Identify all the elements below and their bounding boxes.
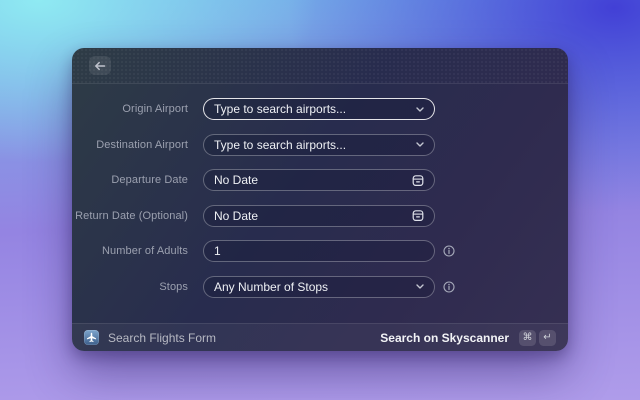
stops-select[interactable]: Any Number of Stops xyxy=(203,275,435,298)
chevron-down-icon xyxy=(416,142,424,147)
field-label: Origin Airport xyxy=(122,103,188,115)
field-label: Return Date (Optional) xyxy=(75,209,188,222)
window-footer: Search Flights Form Search on Skyscanner… xyxy=(72,323,568,351)
return-date-value: No Date xyxy=(214,208,259,223)
search-flights-form-window: Origin Airport Type to search airports..… xyxy=(72,48,568,351)
field-row-return-date: Return Date (Optional) No Date xyxy=(72,204,568,227)
footer-title: Search Flights Form xyxy=(108,330,217,345)
origin-airport-select[interactable]: Type to search airports... xyxy=(203,98,435,120)
field-label: Number of Adults xyxy=(102,245,188,257)
destination-airport-placeholder: Type to search airports... xyxy=(214,137,347,152)
departure-date-value: No Date xyxy=(214,173,259,187)
origin-airport-placeholder: Type to search airports... xyxy=(214,102,347,116)
airplane-icon xyxy=(84,330,99,345)
arrow-left-icon xyxy=(95,61,106,70)
destination-airport-select[interactable]: Type to search airports... xyxy=(203,133,435,156)
field-row-number-of-adults: Number of Adults xyxy=(72,240,568,262)
field-label: Destination Airport xyxy=(96,138,188,151)
info-icon[interactable] xyxy=(443,280,455,293)
departure-date-picker[interactable]: No Date xyxy=(203,169,435,191)
chevron-down-icon xyxy=(416,106,424,112)
calendar-icon xyxy=(412,209,424,222)
return-date-picker[interactable]: No Date xyxy=(203,204,435,227)
calendar-icon xyxy=(412,174,424,187)
chevron-down-icon xyxy=(416,284,424,289)
form-body: Origin Airport Type to search airports..… xyxy=(72,84,568,323)
footer-actions: Search on Skyscanner ⌘ ↵ xyxy=(380,329,556,346)
field-label: Departure Date xyxy=(111,174,188,186)
field-row-origin-airport: Origin Airport Type to search airports..… xyxy=(72,98,568,120)
field-row-stops: Stops Any Number of Stops xyxy=(72,275,568,298)
field-row-destination-airport: Destination Airport Type to search airpo… xyxy=(72,133,568,156)
window-header xyxy=(72,48,568,84)
stops-value: Any Number of Stops xyxy=(214,279,329,294)
command-key-icon: ⌘ xyxy=(519,329,536,346)
number-of-adults-field xyxy=(203,240,435,262)
number-of-adults-input[interactable] xyxy=(214,244,424,258)
back-button[interactable] xyxy=(89,56,111,75)
field-label: Stops xyxy=(159,280,188,293)
field-row-departure-date: Departure Date No Date xyxy=(72,169,568,191)
return-key-icon: ↵ xyxy=(539,329,556,346)
info-icon[interactable] xyxy=(443,245,455,257)
primary-action-label[interactable]: Search on Skyscanner xyxy=(380,331,509,345)
